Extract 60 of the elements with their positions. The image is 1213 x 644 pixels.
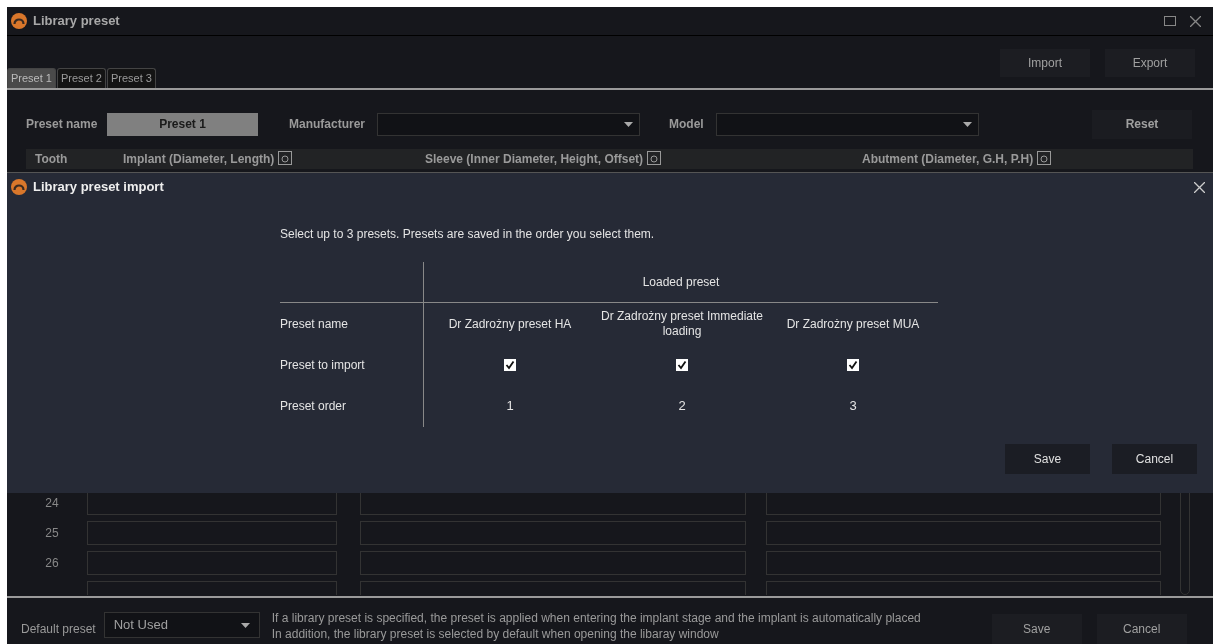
tab[interactable]: Preset 2 — [56, 68, 106, 89]
tooth-number: 24 — [45, 496, 59, 511]
logo-icon — [11, 179, 27, 195]
preset-name-label: Preset name — [26, 116, 99, 134]
toolbar-button[interactable]: Import — [1000, 49, 1090, 78]
preset-order: 3 — [849, 397, 857, 416]
settings-icon[interactable] — [647, 150, 662, 165]
info-text: In addition, the library preset is selected by default when opening the libaray window — [271, 626, 720, 642]
preset-name: Dr Zadrożny preset HA — [448, 316, 572, 332]
logo-icon — [11, 13, 27, 29]
column-header: Implant (Diameter, Length) — [123, 151, 275, 166]
dialog-title: Library preset import — [33, 178, 164, 197]
checkbox[interactable] — [504, 359, 516, 371]
close-icon[interactable] — [1190, 15, 1201, 27]
preset-name: Dr Zadrożny preset MUA — [786, 316, 920, 332]
reset-button[interactable]: Reset — [1092, 109, 1192, 139]
input-field[interactable] — [360, 551, 746, 576]
tab[interactable]: Preset 1 — [7, 68, 56, 89]
model-dropdown[interactable] — [716, 112, 979, 136]
column-header: Tooth — [35, 151, 68, 166]
preset-order: 2 — [678, 397, 686, 416]
manufacturer-label: Manufacturer — [289, 116, 366, 134]
row-label: Preset name — [280, 316, 349, 333]
instruction-text: Select up to 3 presets. Presets are saved in the order you select them. — [280, 226, 656, 243]
model-label: Model — [669, 116, 705, 134]
column-header: Abutment (Diameter, G.H, P.H) — [862, 151, 1034, 166]
caret-icon — [624, 121, 633, 127]
default-preset-dropdown[interactable]: Not Used — [103, 612, 260, 638]
preset-name-field[interactable]: Preset 1 — [107, 112, 258, 136]
tooth-number: 25 — [45, 526, 59, 541]
footer-button[interactable]: Cancel — [1096, 614, 1187, 644]
settings-icon[interactable] — [1037, 150, 1052, 165]
row-label: Preset to import — [280, 357, 365, 374]
manufacturer-dropdown[interactable] — [377, 112, 640, 136]
settings-icon[interactable] — [278, 150, 293, 165]
tab[interactable]: Preset 3 — [106, 68, 156, 89]
default-preset-label: Default preset — [21, 621, 96, 638]
dialog-button[interactable]: Save — [1005, 444, 1090, 474]
column-header: Sleeve (Inner Diameter, Height, Offset) — [425, 151, 644, 166]
info-text: If a library preset is specified, the preset is applied when entering the implant stage and the implant is automatically placed — [271, 610, 922, 626]
dialog-button[interactable]: Cancel — [1112, 444, 1197, 474]
tooth-number: 26 — [45, 556, 59, 571]
input-field[interactable] — [766, 521, 1161, 546]
row-label: Preset order — [280, 398, 347, 415]
preset-name: Dr Zadrożny preset Immediate loading — [600, 309, 764, 339]
input-field[interactable] — [766, 551, 1161, 576]
checkbox[interactable] — [676, 359, 688, 371]
caret-icon — [240, 622, 250, 628]
preset-order: 1 — [506, 397, 514, 416]
maximize-icon[interactable] — [1164, 16, 1176, 26]
input-field[interactable] — [87, 521, 337, 546]
input-field[interactable] — [360, 521, 746, 546]
input-field[interactable] — [87, 551, 337, 576]
footer-button[interactable]: Save — [991, 614, 1082, 644]
window-title: Library preset — [33, 12, 120, 31]
group-header: Loaded preset — [642, 274, 720, 291]
toolbar-button[interactable]: Export — [1105, 49, 1195, 78]
close-icon[interactable] — [1194, 181, 1205, 193]
caret-icon — [963, 121, 972, 127]
checkbox[interactable] — [847, 359, 859, 371]
